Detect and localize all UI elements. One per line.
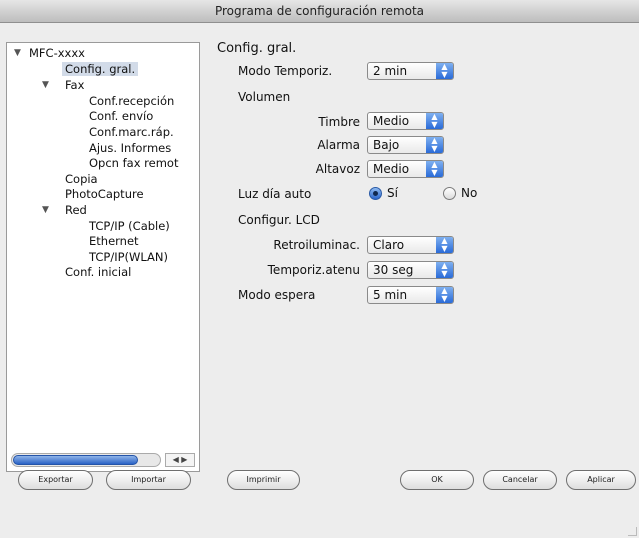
temporiz-atenu-select[interactable]: 30 seg ▲ ▼: [367, 261, 454, 279]
luz-dia-auto-no-radio[interactable]: [443, 187, 456, 200]
select-arrows-icon: ▲ ▼: [426, 161, 443, 177]
tree-item-conf-marc-rap[interactable]: Conf.marc.ráp.: [89, 125, 174, 139]
settings-tree: ▼ MFC-xxxx Config. gral. ▼ Fax Conf.rece…: [6, 42, 200, 472]
alarma-label: Alarma: [317, 138, 360, 152]
tree-item-photocapture[interactable]: PhotoCapture: [65, 187, 144, 201]
select-value: 30 seg: [373, 263, 414, 277]
temporiz-atenu-label: Temporiz.atenu: [267, 263, 360, 277]
tree-item-red[interactable]: Red: [65, 203, 87, 217]
select-value: Medio: [373, 162, 410, 176]
luz-dia-auto-si-radio[interactable]: [369, 187, 382, 200]
tree-item-config-gral[interactable]: Config. gral.: [62, 62, 139, 76]
modo-temporiz-select[interactable]: 2 min ▲ ▼: [367, 62, 454, 80]
cancelar-button[interactable]: Cancelar: [483, 470, 557, 490]
luz-dia-auto-no-label[interactable]: No: [461, 186, 477, 200]
scroll-right-arrow-icon[interactable]: ▶: [181, 455, 187, 464]
section-title: Config. gral.: [217, 41, 297, 56]
disclosure-triangle-icon[interactable]: ▼: [42, 78, 49, 92]
aplicar-button[interactable]: Aplicar: [566, 470, 636, 490]
timbre-label: Timbre: [318, 115, 360, 129]
select-value: 5 min: [373, 288, 408, 302]
window-body: ▼ MFC-xxxx Config. gral. ▼ Fax Conf.rece…: [0, 23, 639, 538]
tree-item-copia[interactable]: Copia: [65, 172, 98, 186]
tree-item-mfc[interactable]: MFC-xxxx: [29, 46, 85, 60]
importar-button[interactable]: Importar: [106, 470, 191, 490]
scroll-thumb[interactable]: [13, 455, 138, 465]
ok-button[interactable]: OK: [400, 470, 474, 490]
tree-item-ethernet[interactable]: Ethernet: [89, 234, 139, 248]
tree-item-opcn-fax-remot[interactable]: Opcn fax remot: [89, 156, 178, 170]
retroiluminac-label: Retroiluminac.: [273, 238, 360, 252]
altavoz-label: Altavoz: [315, 162, 360, 176]
modo-espera-select[interactable]: 5 min ▲ ▼: [367, 286, 454, 304]
select-arrows-icon: ▲ ▼: [426, 137, 443, 153]
volumen-label: Volumen: [238, 90, 291, 104]
select-value: Bajo: [373, 138, 400, 152]
tree-item-tcpip-wlan[interactable]: TCP/IP(WLAN): [89, 250, 168, 264]
tree-item-tcpip-cable[interactable]: TCP/IP (Cable): [89, 219, 170, 233]
modo-espera-label: Modo espera: [238, 288, 316, 302]
scroll-left-arrow-icon[interactable]: ◀: [173, 455, 179, 464]
tree-item-conf-recepcion[interactable]: Conf.recepción: [89, 94, 174, 108]
configur-lcd-label: Configur. LCD: [238, 213, 320, 227]
luz-dia-auto-si-label[interactable]: Sí: [387, 186, 398, 200]
scroll-track[interactable]: [11, 453, 161, 467]
disclosure-triangle-icon[interactable]: ▼: [42, 203, 49, 217]
select-arrows-icon: ▲ ▼: [426, 113, 443, 129]
imprimir-button[interactable]: Imprimir: [227, 470, 300, 490]
tree-item-conf-envio[interactable]: Conf. envío: [89, 109, 153, 123]
select-arrows-icon: ▲ ▼: [436, 262, 453, 278]
window-title: Programa de configuración remota: [0, 0, 639, 23]
luz-dia-auto-label: Luz día auto: [238, 187, 312, 201]
tree-item-conf-inicial[interactable]: Conf. inicial: [65, 265, 131, 279]
retroiluminac-select[interactable]: Claro ▲ ▼: [367, 236, 454, 254]
select-arrows-icon: ▲ ▼: [436, 63, 453, 79]
select-arrows-icon: ▲ ▼: [436, 287, 453, 303]
select-value: 2 min: [373, 64, 408, 78]
resize-grip-icon[interactable]: [628, 527, 637, 536]
horizontal-scrollbar[interactable]: ◀ ▶: [11, 453, 195, 467]
select-value: Medio: [373, 114, 410, 128]
altavoz-select[interactable]: Medio ▲ ▼: [367, 160, 444, 178]
timbre-select[interactable]: Medio ▲ ▼: [367, 112, 444, 130]
scroll-arrows[interactable]: ◀ ▶: [165, 453, 195, 467]
modo-temporiz-label: Modo Temporiz.: [238, 64, 333, 78]
tree-item-fax[interactable]: Fax: [65, 78, 84, 92]
select-arrows-icon: ▲ ▼: [436, 237, 453, 253]
tree-item-ajus-informes[interactable]: Ajus. Informes: [89, 141, 171, 155]
select-value: Claro: [373, 238, 405, 252]
alarma-select[interactable]: Bajo ▲ ▼: [367, 136, 444, 154]
disclosure-triangle-icon[interactable]: ▼: [14, 46, 21, 60]
exportar-button[interactable]: Exportar: [18, 470, 93, 490]
